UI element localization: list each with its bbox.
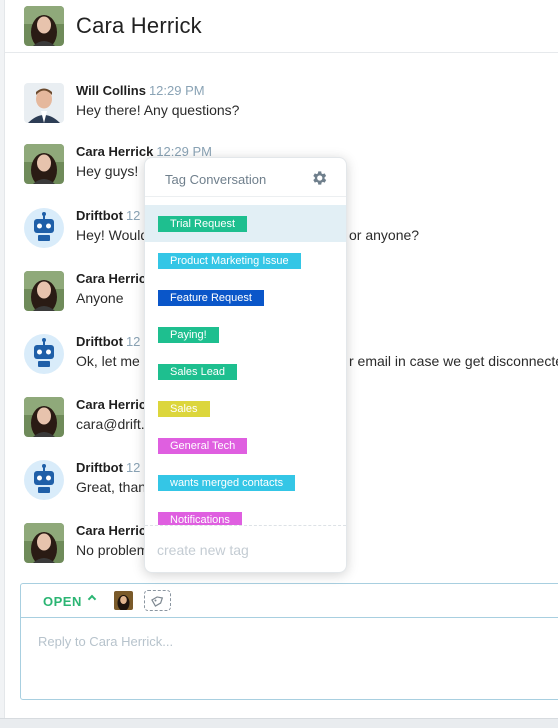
tag-option[interactable]: General Tech xyxy=(145,427,346,464)
tag-option[interactable]: Product Marketing Issue xyxy=(145,242,346,279)
timestamp: 12 xyxy=(125,460,141,475)
avatar[interactable] xyxy=(24,271,64,311)
cara-avatar-image xyxy=(24,271,64,311)
cara-avatar-image xyxy=(114,591,133,610)
sender-name: Cara Herric xyxy=(76,271,147,286)
tag-option[interactable]: Notifications xyxy=(145,501,346,525)
tag-chip: Paying! xyxy=(158,327,219,343)
create-tag-input[interactable]: create new tag xyxy=(157,542,249,558)
message-text-tail: r email in case we get disconnected xyxy=(349,353,558,369)
message-text: Hey guys! xyxy=(76,163,139,179)
message-text: Hey there! Any questions? xyxy=(76,102,240,118)
reply-input[interactable]: Reply to Cara Herrick... xyxy=(38,634,173,649)
page-title: Cara Herrick xyxy=(76,13,202,38)
will-avatar-image xyxy=(24,83,64,123)
sender-name: Will Collins 12:29 PM xyxy=(76,83,205,98)
chevron-up-icon[interactable] xyxy=(87,594,97,604)
sender-name: Cara Herric xyxy=(76,397,147,412)
assignee-avatar[interactable] xyxy=(114,591,133,610)
sender-name: Driftbot 12 xyxy=(76,460,141,475)
tag-option[interactable]: Trial Request xyxy=(145,205,346,242)
gear-icon[interactable] xyxy=(310,169,328,187)
tag-chip: Feature Request xyxy=(158,290,264,306)
message-text: cara@drift. xyxy=(76,416,145,432)
avatar[interactable] xyxy=(24,208,64,248)
conversation-header: Cara Herrick xyxy=(5,0,558,53)
tag-chip: Trial Request xyxy=(158,216,248,232)
message-text: Ok, let me xyxy=(76,353,140,369)
cara-avatar-image xyxy=(24,523,64,563)
tag-icon xyxy=(151,596,164,607)
message-text: Hey! Would xyxy=(76,227,149,243)
message-text: No problem xyxy=(76,542,149,558)
divider xyxy=(145,525,346,526)
tag-option[interactable]: Paying! xyxy=(145,316,346,353)
tag-option[interactable]: Feature Request xyxy=(145,279,346,316)
tag-chip: Sales xyxy=(158,401,210,417)
avatar[interactable] xyxy=(24,397,64,437)
tag-chip: General Tech xyxy=(158,438,248,454)
avatar[interactable] xyxy=(24,6,64,46)
message-text: Great, than xyxy=(76,479,147,495)
tag-chip: Product Marketing Issue xyxy=(158,253,301,269)
tag-option[interactable]: Sales xyxy=(145,390,346,427)
tag-conversation-popover: Tag Conversation Trial Request Product M… xyxy=(144,157,347,573)
avatar[interactable] xyxy=(24,144,64,184)
status-dropdown[interactable]: OPEN xyxy=(43,594,82,609)
timestamp: 12 xyxy=(125,208,141,223)
avatar[interactable] xyxy=(24,460,64,500)
composer-toolbar: OPEN xyxy=(21,584,558,618)
message: Will Collins 12:29 PM Hey there! Any ques… xyxy=(5,83,558,133)
message-text: Anyone xyxy=(76,290,124,306)
robot-icon xyxy=(34,338,54,367)
divider xyxy=(145,196,346,197)
sender-name: Driftbot 12 xyxy=(76,334,141,349)
message-text-tail: or anyone? xyxy=(349,227,420,243)
bottom-bar xyxy=(0,718,558,728)
robot-icon xyxy=(34,464,54,493)
timestamp: 12 xyxy=(125,334,141,349)
popover-title: Tag Conversation xyxy=(165,172,267,187)
tag-chip: Notifications xyxy=(158,512,242,525)
robot-icon xyxy=(34,212,54,241)
reply-composer: OPEN Reply to Cara Herrick... xyxy=(20,583,558,700)
tag-option[interactable]: wants merged contacts xyxy=(145,464,346,501)
cara-avatar-image xyxy=(24,6,64,46)
timestamp: 12:29 PM xyxy=(148,83,205,98)
cara-avatar-image xyxy=(24,397,64,437)
cara-avatar-image xyxy=(24,144,64,184)
avatar[interactable] xyxy=(24,523,64,563)
avatar[interactable] xyxy=(24,334,64,374)
tag-chip: Sales Lead xyxy=(158,364,238,380)
tag-option[interactable]: Sales Lead xyxy=(145,353,346,390)
sender-name: Driftbot 12 xyxy=(76,208,141,223)
sender-name: Cara Herric xyxy=(76,523,147,538)
tag-button[interactable] xyxy=(144,590,171,611)
tag-list: Trial Request Product Marketing Issue Fe… xyxy=(145,205,346,525)
avatar[interactable] xyxy=(24,83,64,123)
tag-chip: wants merged contacts xyxy=(158,475,296,491)
